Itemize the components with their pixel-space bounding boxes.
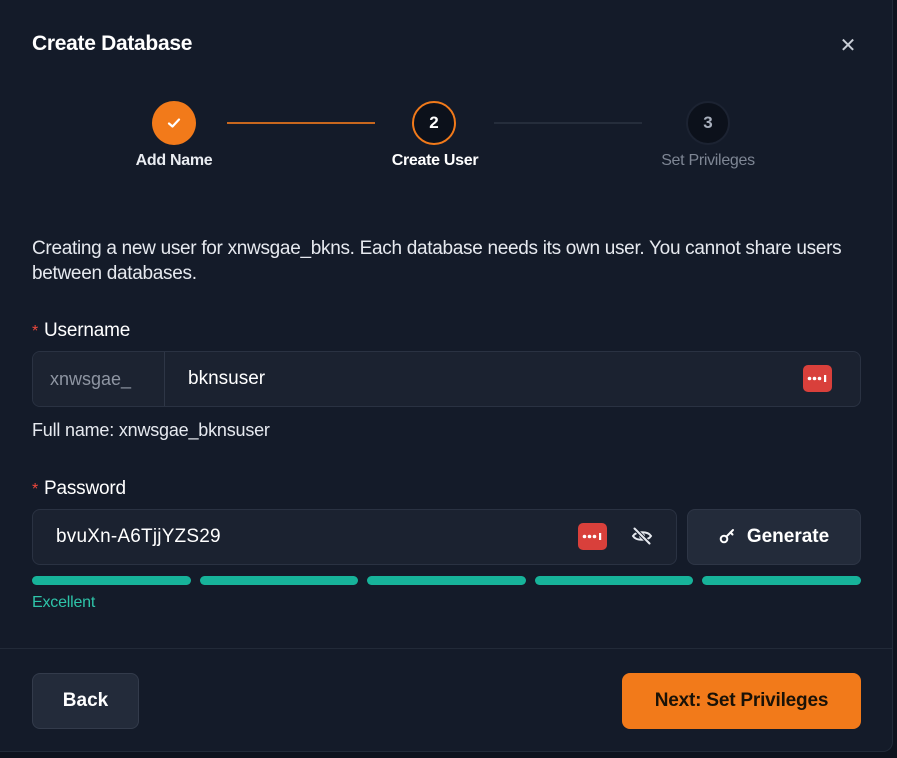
- username-prefix: xnwsgae_: [33, 352, 165, 406]
- username-full-name: Full name: xnwsgae_bknsuser: [32, 420, 270, 440]
- description-text: Creating a new user for xnwsgae_bkns. Ea…: [32, 238, 842, 284]
- generate-password-button[interactable]: Generate: [687, 509, 861, 565]
- required-marker: *: [32, 323, 39, 340]
- step-connector-completed: [227, 122, 375, 124]
- username-input-group: xnwsgae_ bknsuser: [32, 351, 861, 407]
- footer-divider: [0, 648, 893, 649]
- username-input[interactable]: bknsuser: [188, 352, 265, 406]
- generate-label: Generate: [746, 526, 830, 547]
- username-label-text: Username: [44, 320, 131, 341]
- next-set-privileges-button[interactable]: Next: Set Privileges: [622, 673, 861, 729]
- password-label-text: Password: [44, 478, 126, 499]
- username-label: * Username: [32, 320, 130, 342]
- back-button[interactable]: Back: [32, 673, 139, 729]
- password-input-group: bvuXn-A6TjjYZS29: [32, 509, 677, 565]
- step-2-active: 2: [412, 101, 456, 145]
- strength-segment: [32, 576, 191, 585]
- eye-off-icon[interactable]: [630, 524, 654, 548]
- required-marker: *: [32, 481, 39, 498]
- strength-segment: [702, 576, 861, 585]
- strength-segment: [534, 576, 694, 585]
- step-2-label: Create User: [391, 152, 479, 169]
- step-connector-pending: [494, 122, 642, 124]
- step-3-pending: 3: [686, 101, 730, 145]
- step-1-label: Add Name: [135, 152, 213, 169]
- close-icon[interactable]: ✕: [836, 34, 860, 58]
- password-strength-label: Excellent: [32, 594, 96, 611]
- password-manager-icon[interactable]: [803, 365, 832, 392]
- password-input[interactable]: bvuXn-A6TjjYZS29: [56, 510, 221, 564]
- strength-segment: [199, 576, 359, 585]
- step-1-completed: [152, 101, 196, 145]
- password-label: * Password: [32, 478, 126, 500]
- step-3-label: Set Privileges: [661, 152, 755, 169]
- strength-segment: [367, 576, 526, 585]
- create-database-dialog: Create Database ✕ 2 3 Add Name Create Us…: [0, 0, 893, 752]
- dialog-title: Create Database: [32, 32, 193, 55]
- check-icon: [167, 118, 181, 128]
- key-icon: [719, 529, 734, 544]
- password-manager-icon[interactable]: [578, 523, 607, 550]
